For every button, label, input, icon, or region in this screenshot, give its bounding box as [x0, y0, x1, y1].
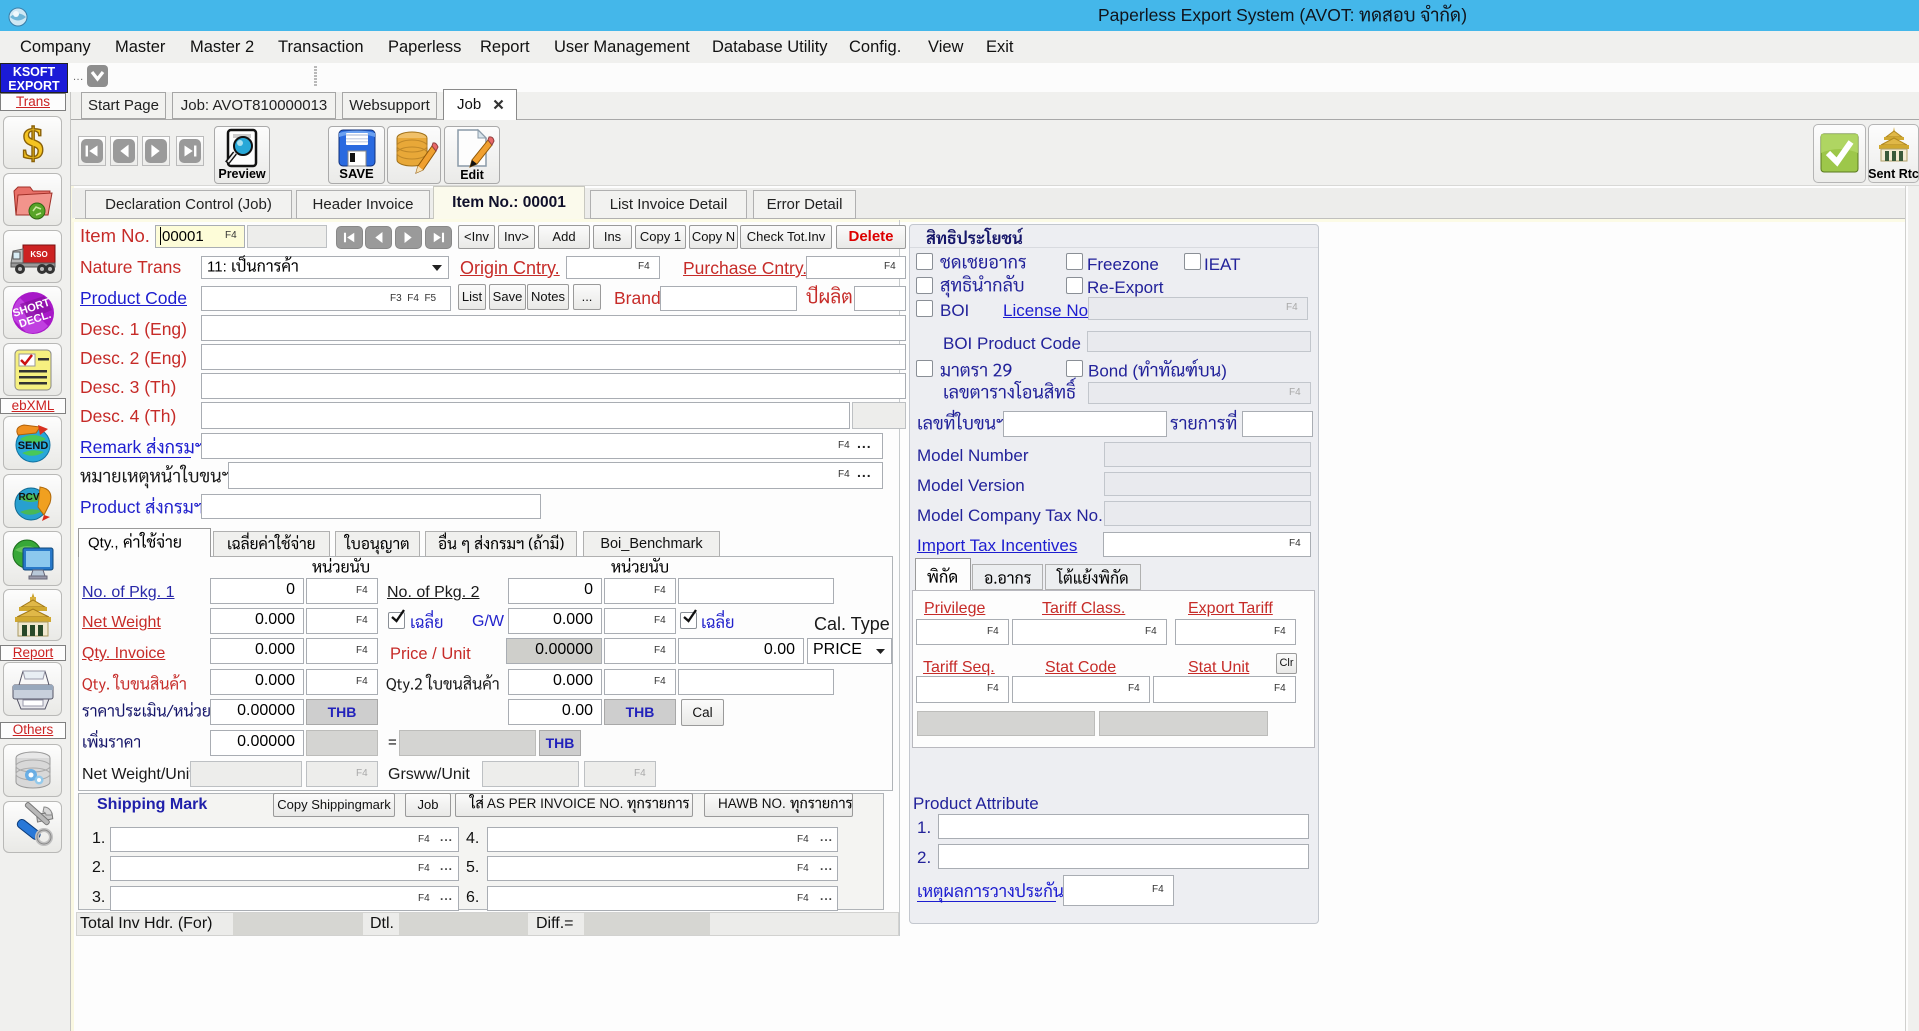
svg-text:RCV: RCV	[18, 492, 39, 503]
svg-text:KSO: KSO	[30, 250, 47, 259]
svg-text:$: $	[22, 119, 44, 168]
svg-text:SEND: SEND	[17, 440, 48, 452]
